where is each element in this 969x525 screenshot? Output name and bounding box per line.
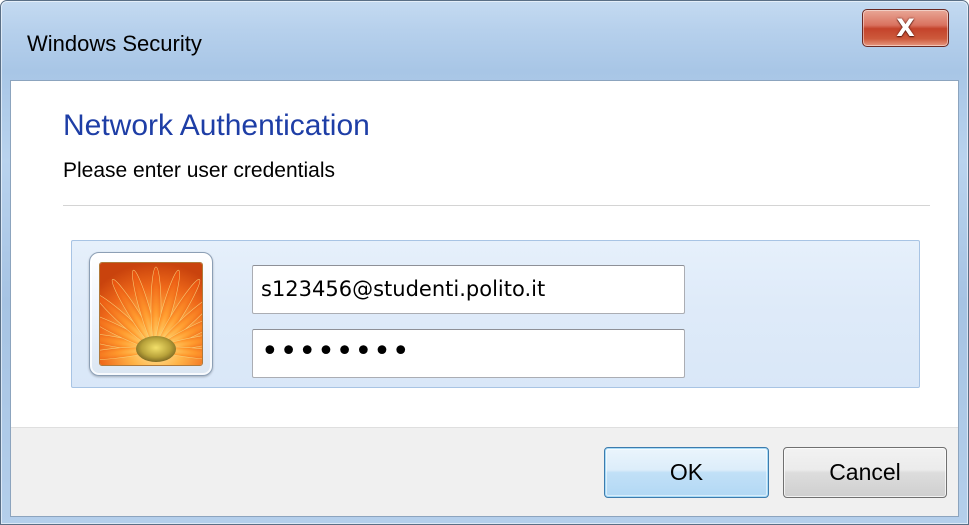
title-bar[interactable]: Windows Security X (1, 1, 969, 81)
close-icon: X (896, 14, 915, 42)
user-tile-flower-icon (99, 262, 203, 366)
username-field[interactable]: s123456@studenti.polito.it (252, 265, 685, 314)
button-bar: OK Cancel (11, 427, 958, 516)
dialog-body: Network Authentication Please enter user… (10, 80, 959, 517)
credential-tile[interactable]: s123456@studenti.polito.it •••••••• (71, 240, 920, 388)
dialog-heading: Network Authentication (63, 109, 370, 142)
password-field[interactable]: •••••••• (252, 329, 685, 378)
separator (63, 205, 930, 206)
avatar-frame (89, 252, 213, 376)
ok-button[interactable]: OK (604, 447, 769, 498)
dialog-window: Windows Security X Network Authenticatio… (0, 0, 969, 525)
dialog-subheading: Please enter user credentials (63, 159, 335, 182)
window-title: Windows Security (27, 31, 202, 56)
cancel-button[interactable]: Cancel (783, 447, 947, 498)
close-button[interactable]: X (862, 9, 949, 47)
